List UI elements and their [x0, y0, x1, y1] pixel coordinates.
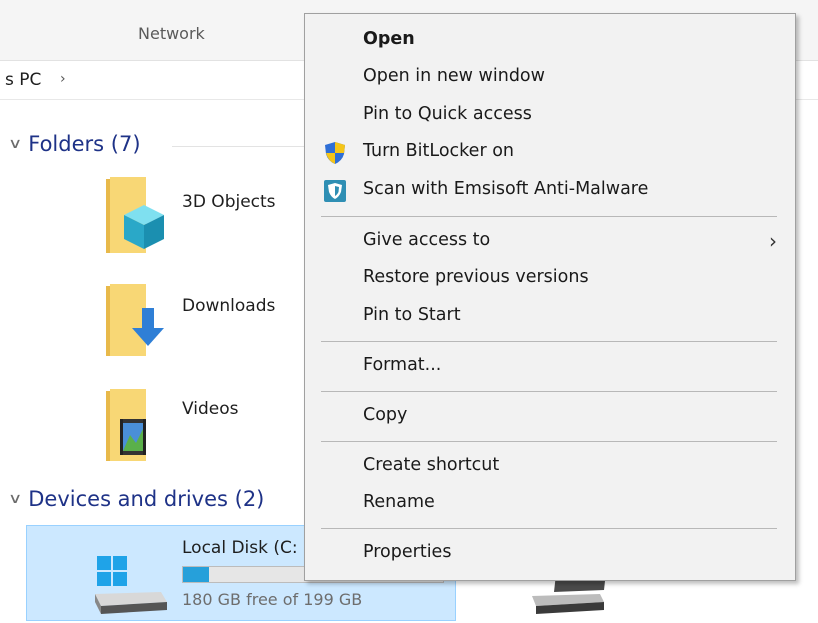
menu-item-give-access[interactable]: Give access to › — [305, 225, 795, 259]
folders-group-header[interactable]: ∨ Folders (7) — [8, 132, 141, 156]
menu-item-restore-versions[interactable]: Restore previous versions — [305, 262, 795, 296]
tab-network[interactable]: Network — [138, 24, 205, 43]
uac-shield-icon — [325, 142, 345, 164]
menu-item-label: Open in new window — [363, 66, 545, 86]
3d-objects-folder-icon — [106, 177, 164, 253]
menu-separator — [321, 441, 777, 442]
menu-item-label: Rename — [363, 492, 435, 512]
hard-drive-icon — [95, 556, 167, 614]
emsisoft-shield-icon — [324, 180, 346, 202]
menu-item-open[interactable]: Open — [305, 24, 795, 58]
menu-item-copy[interactable]: Copy — [305, 400, 795, 434]
devices-group-header[interactable]: ∨ Devices and drives (2) — [8, 487, 265, 511]
menu-item-properties[interactable]: Properties — [305, 537, 795, 571]
context-menu: Open Open in new window Pin to Quick acc… — [304, 13, 796, 581]
menu-item-open-new-window[interactable]: Open in new window — [305, 61, 795, 95]
menu-separator — [321, 528, 777, 529]
menu-item-label: Format... — [363, 355, 442, 375]
menu-item-pin-quick-access[interactable]: Pin to Quick access — [305, 99, 795, 133]
menu-item-format[interactable]: Format... — [305, 350, 795, 384]
menu-item-label: Pin to Quick access — [363, 104, 532, 124]
videos-folder-icon — [106, 389, 146, 461]
chevron-down-icon[interactable]: ∨ — [8, 136, 22, 152]
folder-item-downloads[interactable]: Downloads — [100, 280, 300, 365]
drive-free-space: 180 GB free of 199 GB — [182, 590, 363, 609]
menu-item-label: Pin to Start — [363, 305, 461, 325]
drive-name: Local Disk (C: — [182, 538, 298, 558]
menu-separator — [321, 341, 777, 342]
menu-item-bitlocker[interactable]: Turn BitLocker on — [305, 136, 795, 170]
menu-item-pin-start[interactable]: Pin to Start — [305, 300, 795, 334]
drive-usage-fill — [183, 567, 209, 582]
folder-label: Videos — [182, 399, 239, 419]
downloads-folder-icon — [106, 284, 164, 356]
menu-item-emsisoft-scan[interactable]: Scan with Emsisoft Anti-Malware — [305, 174, 795, 208]
menu-item-rename[interactable]: Rename — [305, 487, 795, 521]
menu-item-label: Open — [363, 29, 415, 49]
menu-separator — [321, 391, 777, 392]
group-divider — [172, 146, 304, 147]
breadcrumb-this-pc[interactable]: s PC — [5, 70, 41, 90]
chevron-right-icon: › — [769, 229, 777, 253]
breadcrumb-chevron-icon[interactable]: › — [60, 71, 66, 87]
folder-label: Downloads — [182, 296, 276, 316]
menu-item-label: Properties — [363, 542, 452, 562]
menu-item-label: Copy — [363, 405, 408, 425]
devices-group-label: Devices and drives (2) — [28, 487, 265, 511]
folder-label: 3D Objects — [182, 192, 276, 212]
menu-item-label: Give access to — [363, 230, 491, 250]
menu-separator — [321, 216, 777, 217]
folder-item-3d-objects[interactable]: 3D Objects — [100, 175, 300, 260]
menu-item-label: Restore previous versions — [363, 267, 589, 287]
menu-item-label: Create shortcut — [363, 455, 500, 475]
folder-item-videos[interactable]: Videos — [100, 385, 300, 470]
menu-item-label: Scan with Emsisoft Anti-Malware — [363, 179, 649, 199]
menu-item-create-shortcut[interactable]: Create shortcut — [305, 450, 795, 484]
chevron-down-icon[interactable]: ∨ — [8, 491, 22, 507]
menu-item-label: Turn BitLocker on — [363, 141, 514, 161]
folders-group-label: Folders (7) — [28, 132, 141, 156]
